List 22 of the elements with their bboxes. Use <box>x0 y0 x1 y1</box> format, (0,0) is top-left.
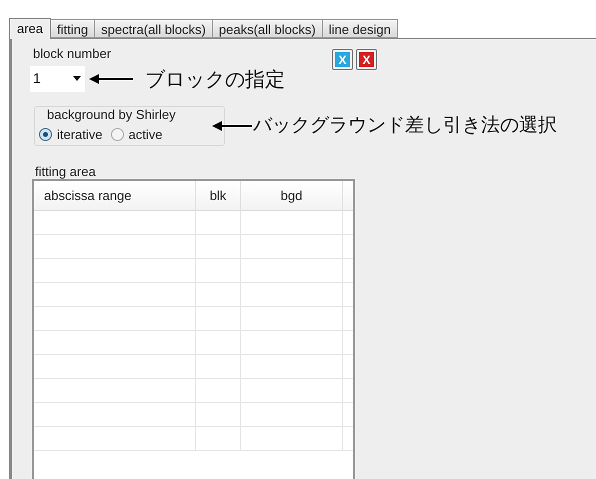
tab[interactable]: fitting <box>50 19 96 38</box>
radio-button[interactable] <box>110 128 124 141</box>
radio-label[interactable]: active <box>128 124 162 144</box>
group-title: background by Shirley <box>46 106 177 122</box>
annotation-text: バックグラウンド差し引き法の選択 <box>253 113 557 138</box>
field-label: fitting area <box>35 164 97 178</box>
tab[interactable]: area <box>9 18 52 39</box>
column-header[interactable]: blk <box>196 180 241 210</box>
radio-button[interactable] <box>39 128 52 141</box>
field-label: block number <box>32 45 112 63</box>
tab[interactable]: spectra(all blocks) <box>94 19 213 38</box>
close-button[interactable]: X <box>356 49 377 70</box>
block-number-dropdown[interactable]: 1 <box>30 66 85 92</box>
tab[interactable]: peaks(all blocks) <box>212 19 323 38</box>
radio-label[interactable]: iterative <box>57 124 103 144</box>
column-header[interactable]: bgd <box>241 180 343 210</box>
caret-icon <box>72 76 82 82</box>
column-header[interactable]: abscissa range <box>34 180 196 210</box>
annotation-text: ブロックの指定 <box>145 66 285 92</box>
tab[interactable]: line design <box>322 19 398 38</box>
arrow-icon <box>212 120 252 130</box>
arrow-icon <box>89 74 133 84</box>
